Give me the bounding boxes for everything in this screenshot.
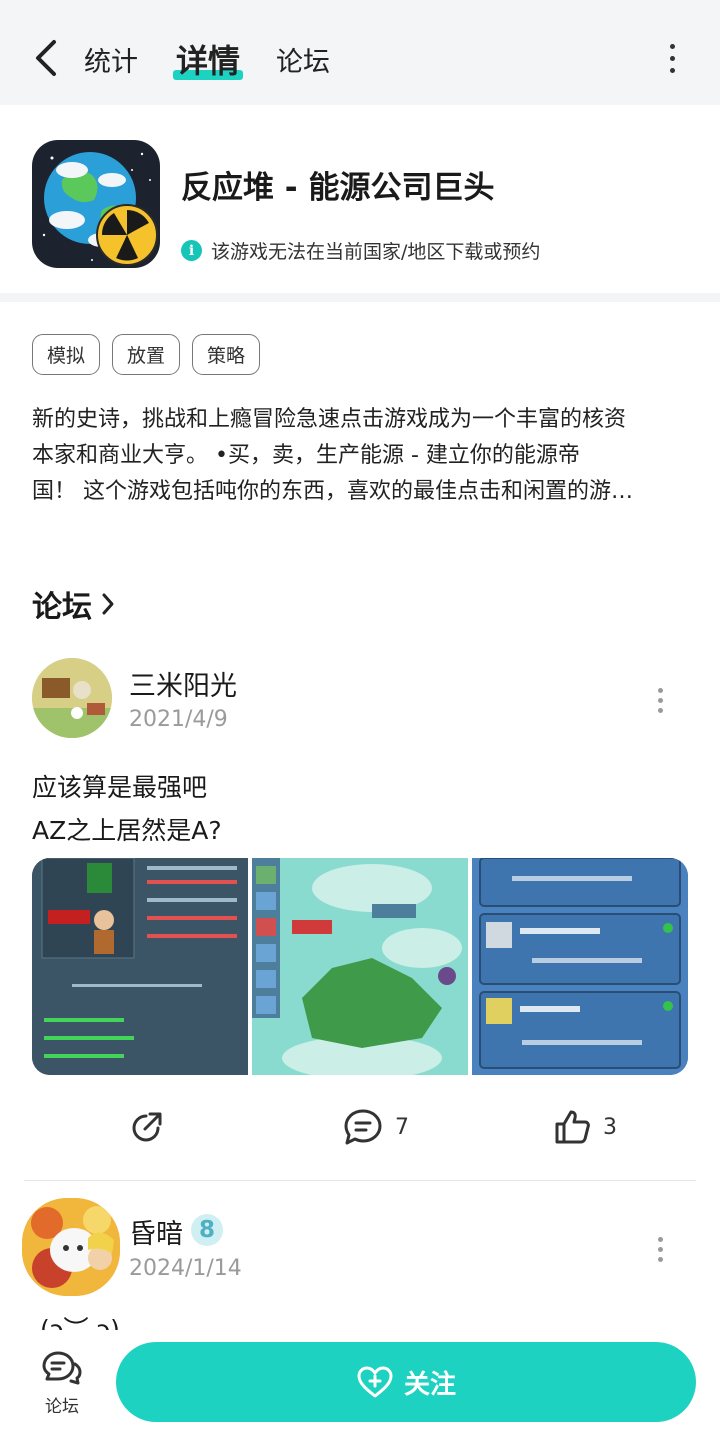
region-notice-text: 该游戏无法在当前国家/地区下载或预约 [211, 241, 541, 263]
tag-list: 模拟 放置 策略 [32, 334, 261, 375]
bottom-forum-button[interactable]: 论坛 [24, 1350, 100, 1417]
post-author[interactable]: 昏暗 [129, 1212, 183, 1251]
description-line: 国！ 这个游戏包括吨你的东西，喜欢的最佳点击和闲置的游… [32, 479, 633, 504]
share-icon [132, 1112, 162, 1142]
post-divider [24, 1180, 696, 1181]
post-content[interactable]: 应该算是最强吧 AZ之上居然是A? [32, 766, 222, 852]
comment-icon [344, 1109, 382, 1145]
heart-plus-icon [357, 1366, 393, 1398]
more-options-icon[interactable] [662, 44, 682, 74]
post-image[interactable] [32, 858, 248, 1075]
thumbs-up-icon [555, 1110, 590, 1144]
tab-stats[interactable]: 统计 [84, 40, 138, 79]
description-line: 本家和商业大亨。 •买，卖，生产能源 - 建立你的能源帝 [32, 443, 580, 468]
tag-item[interactable]: 放置 [112, 334, 181, 375]
tab-forum[interactable]: 论坛 [276, 40, 330, 79]
post-image-gallery [32, 858, 688, 1075]
post-date: 2021/4/9 [129, 707, 228, 732]
post-date: 2024/1/14 [129, 1256, 242, 1281]
back-arrow-icon[interactable] [30, 38, 64, 78]
bottom-action-bar: 论坛 关注 [0, 1330, 720, 1455]
post-more-icon[interactable] [655, 1237, 665, 1262]
region-notice: i 该游戏无法在当前国家/地区下载或预约 [181, 237, 540, 264]
post-image[interactable] [472, 858, 688, 1075]
level-badge: 8 [191, 1214, 223, 1246]
app-title: 反应堆 - 能源公司巨头 [181, 170, 495, 206]
post-text-line: 应该算是最强吧 [32, 773, 208, 802]
post-actions: 7 3 [0, 1106, 720, 1150]
section-divider [0, 293, 720, 302]
follow-button-label: 关注 [403, 1369, 456, 1400]
game-description[interactable]: 新的史诗，挑战和上瘾冒险急速点击游戏成为一个丰富的核资 本家和商业大亨。 •买，… [32, 402, 692, 510]
comment-button[interactable]: 7 [343, 1108, 409, 1146]
forum-chat-icon [42, 1351, 82, 1385]
comment-count: 7 [395, 1114, 409, 1140]
tag-item[interactable]: 策略 [192, 334, 261, 375]
info-icon: i [181, 240, 202, 261]
tab-details[interactable]: 详情 [176, 36, 240, 82]
like-button[interactable]: 3 [553, 1108, 617, 1146]
avatar[interactable] [22, 1198, 120, 1296]
follow-button[interactable]: 关注 [116, 1342, 696, 1422]
post-author[interactable]: 三米阳光 [129, 664, 237, 703]
chevron-right-icon [102, 593, 114, 615]
description-line: 新的史诗，挑战和上瘾冒险急速点击游戏成为一个丰富的核资 [32, 407, 627, 432]
share-button[interactable] [128, 1108, 166, 1146]
post-more-icon[interactable] [655, 688, 665, 713]
app-icon [32, 140, 160, 268]
forum-section-header[interactable]: 论坛 [32, 582, 116, 626]
like-count: 3 [603, 1114, 617, 1140]
post-text-line: AZ之上居然是A? [32, 816, 222, 845]
top-bar: 统计 详情 论坛 [0, 0, 720, 105]
avatar[interactable] [32, 658, 112, 738]
tag-item[interactable]: 模拟 [32, 334, 101, 375]
forum-section-title: 论坛 [32, 590, 92, 625]
post-image[interactable] [252, 858, 468, 1075]
bottom-forum-label: 论坛 [45, 1397, 79, 1417]
